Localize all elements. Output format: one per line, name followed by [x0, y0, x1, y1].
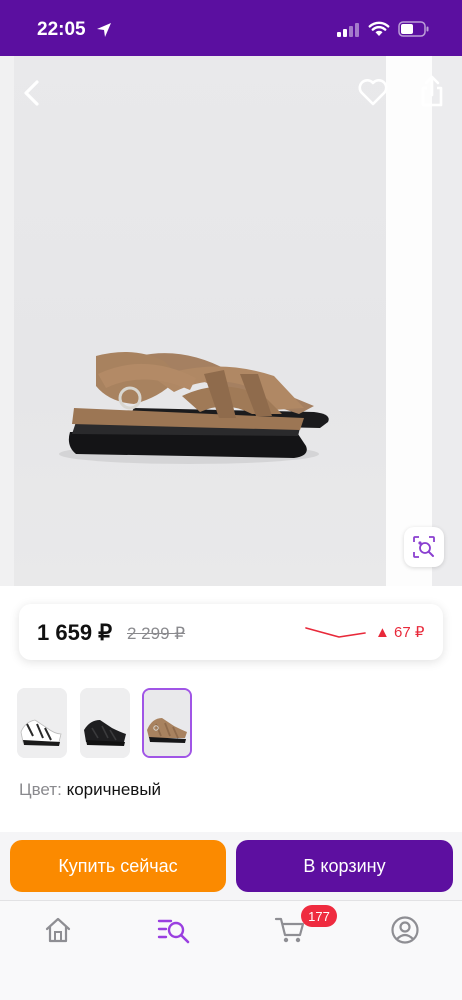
battery-icon: [398, 21, 429, 37]
status-time: 22:05: [37, 19, 86, 40]
cellular-signal-icon: [337, 23, 359, 37]
buy-now-button[interactable]: Купить сейчас: [10, 840, 226, 892]
status-bar: 22:05: [0, 0, 462, 56]
wifi-icon: [368, 21, 390, 36]
price-change: ▲ 67 ₽: [375, 624, 425, 641]
product-gallery[interactable]: [0, 56, 462, 586]
sandal-image: [59, 352, 329, 464]
thumbnail-black[interactable]: [80, 688, 130, 758]
home-icon[interactable]: [43, 915, 73, 945]
catalog-search-icon[interactable]: [157, 915, 191, 945]
heart-icon[interactable]: [357, 77, 389, 107]
price-card: 1 659 ₽ 2 299 ₽ ▲ 67 ₽: [19, 604, 443, 660]
visual-search-button[interactable]: [404, 527, 444, 567]
current-price: 1 659 ₽: [37, 620, 113, 645]
thumbnail-white[interactable]: [17, 688, 67, 758]
share-icon[interactable]: [418, 74, 446, 108]
next-photo-preview-2: [432, 56, 462, 586]
product-photo[interactable]: [14, 56, 386, 586]
add-to-cart-button[interactable]: В корзину: [236, 840, 453, 892]
tab-bar: [0, 900, 462, 1000]
price-trend-graph[interactable]: [305, 625, 367, 643]
back-arrow-icon[interactable]: [18, 78, 46, 108]
cart-count-badge: 177: [301, 905, 337, 927]
color-value: коричневый: [66, 780, 162, 799]
image-search-icon: [413, 536, 435, 558]
thumbnail-brown[interactable]: [142, 688, 192, 758]
color-row: Цвет: коричневый: [19, 780, 161, 800]
white-sandal-image: [17, 688, 67, 758]
profile-icon[interactable]: [390, 915, 420, 945]
location-arrow-icon: [97, 23, 111, 37]
next-photo-preview: [386, 56, 432, 586]
black-sandal-image: [80, 688, 130, 758]
color-label: Цвет:: [19, 780, 62, 799]
brown-sandal-image: [144, 690, 190, 756]
variant-thumbnails: [17, 688, 217, 760]
old-price: 2 299 ₽: [127, 624, 186, 643]
